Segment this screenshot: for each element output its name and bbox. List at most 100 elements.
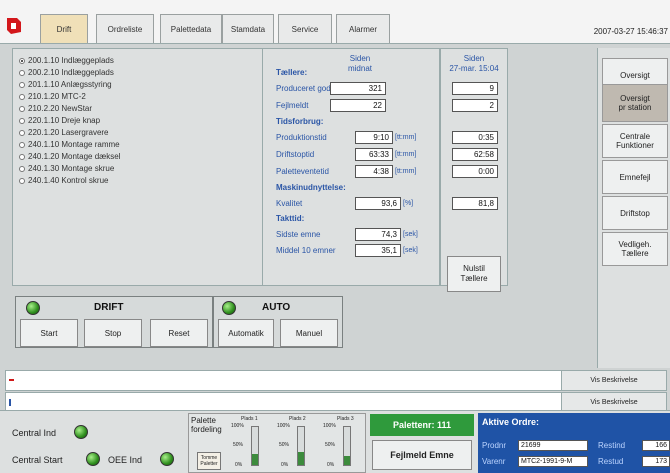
station-list: 200.1.10 Indlæggeplads 200.2.10 Indlægge… [12,48,262,286]
radio-icon[interactable] [19,141,25,148]
gauge3-pct0: 0% [327,462,335,468]
gauge1-pct50: 50% [233,442,244,448]
section-tidsforbrug: Tidsforbrug: [276,117,324,126]
palette-fordeling-label: Palette fordeling [191,416,222,434]
station-radio[interactable]: 240.1.30 Montage skrue [19,163,114,174]
stop-button[interactable]: Stop [84,319,142,347]
value-produceret-period: 9 [452,82,498,95]
show-description-button[interactable]: Vis Beskrivelse [561,371,666,390]
orders-title: Aktive Ordre: [482,417,540,427]
manuel-button[interactable]: Manuel [280,319,338,347]
label-middel: Middel 10 emner [276,246,336,255]
station-radio[interactable]: 210.2.20 NewStar [19,103,92,114]
tab-stamdata[interactable]: Stamdata [222,14,274,43]
oee-ind-label: OEE Ind [108,455,143,465]
gauge3-pct50: 50% [325,442,336,448]
col2-header-sub: 27-mar. 15:04 [449,64,499,73]
automatik-button[interactable]: Automatik [218,319,274,347]
gauge1-pct0: 0% [235,462,243,468]
gauge2-pct100: 100% [277,423,290,429]
station-radio[interactable]: 220.1.10 Dreje knap [19,115,100,126]
radio-selected-icon[interactable] [19,57,25,64]
gauge2-pct0: 0% [281,462,289,468]
alarm-marker-icon [9,379,14,381]
central-ind-label: Central Ind [12,428,57,438]
company-logo-icon [7,18,21,34]
varenr-field: MTC2-1991-9-M [518,456,588,467]
restind-label: Restind [598,441,626,450]
nav-driftstop[interactable]: Driftstop [602,196,668,230]
radio-icon[interactable] [19,177,25,184]
info-marker-icon [9,399,11,406]
section-maskinudnyttelse: Maskinudnyttelse: [276,183,346,192]
central-start-led-icon[interactable] [86,452,100,466]
station-radio[interactable]: 200.1.10 Indlæggeplads [19,55,114,66]
station-radio[interactable]: 240.1.20 Montage dæksel [19,151,121,162]
central-ind-led-icon[interactable] [74,425,88,439]
tab-alarmer[interactable]: Alarmer [336,14,390,43]
nav-centrale-funktioner[interactable]: Centrale Funktioner [602,124,668,158]
radio-icon[interactable] [19,105,25,112]
station-radio[interactable]: 201.1.10 Anlægsstyring [19,79,112,90]
value-kvalitet: 93,6 [355,197,401,210]
varenr-label: Varenr [482,457,506,466]
value-driftstoptid: 63:33 [355,148,393,161]
empty-pallets-button[interactable]: Tomme Paletter [197,452,221,470]
auto-title: AUTO [262,302,291,313]
value-kvalitet-period: 81,8 [452,197,498,210]
radio-icon[interactable] [19,117,25,124]
plads3-label: Plads 3 [337,416,354,422]
label-fejlmeldt: Fejlmeldt [276,101,309,110]
right-nav: Oversigt Oversigt pr station Centrale Funk… [597,48,670,368]
label-sidste-emne: Sidste emne [276,230,321,239]
station-radio[interactable]: 210.1.20 MTC-2 [19,91,86,102]
reset-button[interactable]: Reset [150,319,208,347]
plads2-gauge-fill [298,451,304,465]
section-taellere: Tællere: [276,68,308,77]
label-produceret: Produceret gode [276,84,336,93]
tab-drift[interactable]: Drift [40,14,88,43]
prodnr-label: Prodnr [482,441,507,450]
label-kvalitet: Kvalitet [276,199,303,208]
active-orders-panel: Aktive Ordre: Prodnr 21699 Varenr MTC2-1… [478,413,670,473]
radio-icon[interactable] [19,153,25,160]
prodnr-field: 21699 [518,440,588,451]
station-radio[interactable]: 240.1.10 Montage ramme [19,139,120,150]
nav-vedligeh-taellere[interactable]: Vedligeh. Tællere [602,232,668,266]
radio-icon[interactable] [19,69,25,76]
plads1-gauge-fill [252,453,258,465]
value-paletteventetid-period: 0:00 [452,165,498,178]
start-button[interactable]: Start [20,319,78,347]
central-start-label: Central Start [12,455,63,465]
radio-icon[interactable] [19,81,25,88]
unit-kvalitet: [%] [403,200,414,207]
station-radio[interactable]: 200.2.10 Indlæggeplads [19,67,114,78]
plads1-gauge [251,426,259,466]
unit-driftstoptid: [tt:mm] [395,151,417,158]
label-produktionstid: Produktionstid [276,133,327,142]
station-radio[interactable]: 220.1.20 Lasergravere [19,127,109,138]
radio-icon[interactable] [19,165,25,172]
radio-icon[interactable] [19,93,25,100]
value-produktionstid: 9:10 [355,131,393,144]
fejlmeld-emne-button[interactable]: Fejlmeld Emne [372,440,472,470]
nav-emnefejl[interactable]: Emnefejl [602,160,668,194]
plads3-gauge-fill [344,455,350,465]
value-produktionstid-period: 0:35 [452,131,498,144]
palette-distribution-panel: Palette fordeling Tomme Paletter Plads 1 P… [188,413,366,473]
unit-sidste-emne: [sek] [403,231,418,238]
reset-counters-button[interactable]: Nulstil Tællere [447,256,501,292]
unit-paletteventetid: [tt:mm] [395,168,417,175]
palette-number: Palettenr: 111 [370,414,474,436]
station-radio[interactable]: 240.1.40 Kontrol skrue [19,175,109,186]
tab-service[interactable]: Service [278,14,332,43]
radio-icon[interactable] [19,129,25,136]
oee-ind-led-icon[interactable] [160,452,174,466]
col1-header: Siden [349,54,371,63]
tab-ordreliste[interactable]: Ordreliste [96,14,154,43]
value-fejlmeldt: 22 [330,99,386,112]
nav-oversigt-pr-station[interactable]: Oversigt pr station [602,84,668,122]
auto-panel: AUTO Automatik Manuel [213,296,343,348]
tab-palettedata[interactable]: Palettedata [160,14,222,43]
value-produceret: 321 [330,82,386,95]
